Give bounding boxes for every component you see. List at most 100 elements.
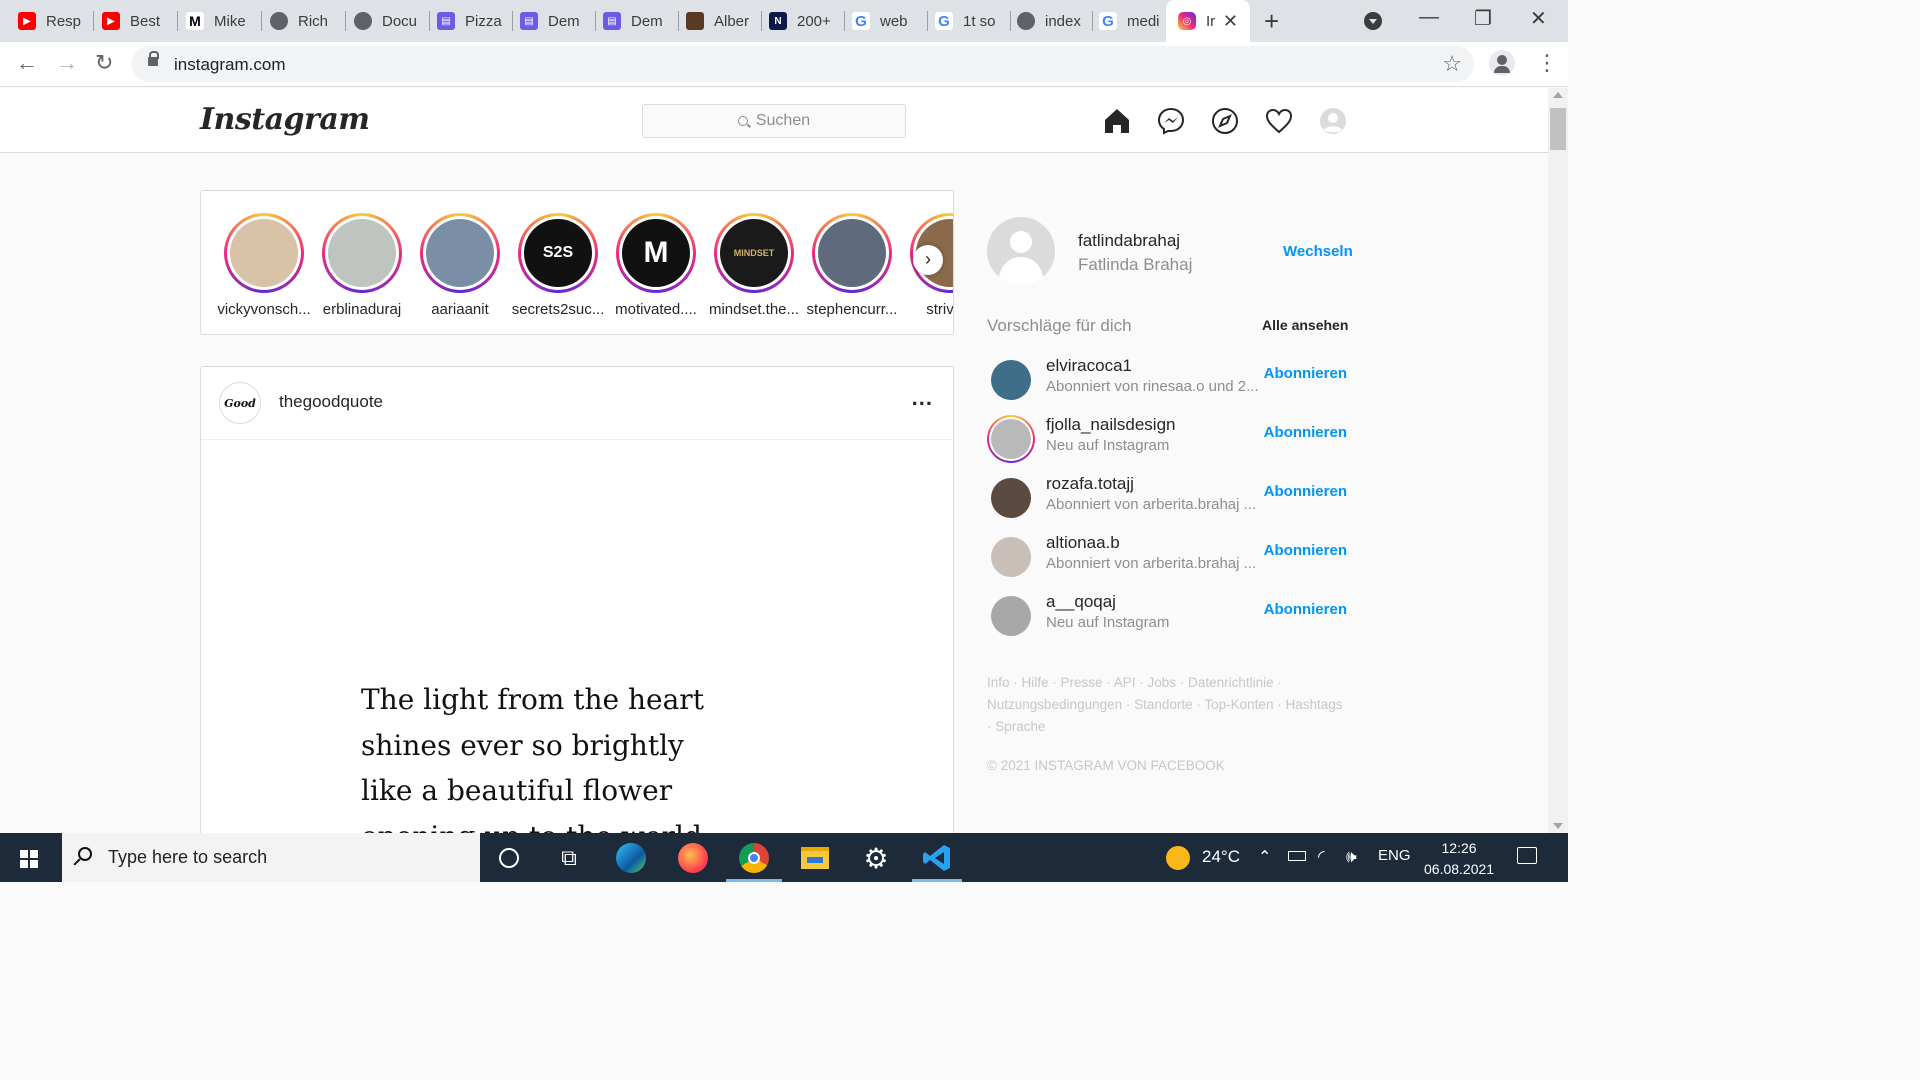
menu-kebab-icon[interactable]: ⋮ bbox=[1536, 50, 1558, 76]
suggestion-subtitle: Neu auf Instagram bbox=[1046, 614, 1170, 631]
follow-button[interactable]: Abonnieren bbox=[1264, 483, 1347, 500]
browser-tab[interactable]: M Mike bbox=[168, 0, 262, 42]
story-item[interactable]: stephencurr... bbox=[803, 213, 901, 318]
close-tab-icon[interactable]: ✕ bbox=[1223, 11, 1238, 32]
stories-tray: vickyvonsch... erblinaduraj aariaanit S2… bbox=[200, 190, 954, 335]
lock-icon[interactable] bbox=[148, 51, 159, 66]
post-image-quote[interactable]: The light from the heart shines ever so … bbox=[361, 677, 704, 835]
scroll-up-icon[interactable] bbox=[1553, 92, 1563, 98]
current-username[interactable]: fatlindabrahaj bbox=[1078, 231, 1180, 251]
google-icon: G bbox=[852, 12, 870, 30]
see-all-button[interactable]: Alle ansehen bbox=[1262, 317, 1348, 333]
heart-icon[interactable] bbox=[1264, 106, 1294, 136]
firefox-icon[interactable] bbox=[676, 841, 710, 875]
browser-tab[interactable]: G medi bbox=[1081, 0, 1167, 42]
follow-button[interactable]: Abonnieren bbox=[1264, 542, 1347, 559]
story-item[interactable]: MINDSET mindset.the... bbox=[705, 213, 803, 318]
minimize-button[interactable]: — bbox=[1419, 6, 1439, 29]
browser-tab[interactable]: ▶ Best bbox=[84, 0, 178, 42]
weather-sun-icon[interactable] bbox=[1166, 846, 1190, 870]
chrome-icon[interactable] bbox=[737, 841, 771, 875]
post-username[interactable]: thegoodquote bbox=[279, 392, 383, 412]
address-bar[interactable]: instagram.com ☆ bbox=[132, 46, 1474, 82]
browser-tab[interactable]: G web bbox=[834, 0, 928, 42]
story-item[interactable]: erblinaduraj bbox=[313, 213, 411, 318]
new-tab-button[interactable]: + bbox=[1264, 6, 1279, 37]
settings-gear-icon[interactable]: ⚙ bbox=[859, 841, 893, 875]
explore-icon[interactable] bbox=[1210, 106, 1240, 136]
current-user-avatar[interactable] bbox=[987, 217, 1055, 285]
tab-label: 200+ bbox=[797, 12, 831, 30]
suggestion-username[interactable]: altionaa.b bbox=[1046, 533, 1120, 553]
browser-tab[interactable]: Docu bbox=[336, 0, 430, 42]
messenger-icon[interactable] bbox=[1156, 106, 1186, 136]
page-scrollbar[interactable] bbox=[1548, 88, 1568, 833]
suggestion-avatar[interactable] bbox=[991, 596, 1031, 636]
volume-icon[interactable]: 🕪 bbox=[1346, 847, 1357, 867]
more-options-icon[interactable]: ... bbox=[912, 385, 933, 411]
search-icon bbox=[78, 847, 92, 861]
follow-button[interactable]: Abonnieren bbox=[1264, 424, 1347, 441]
switch-account-button[interactable]: Wechseln bbox=[1283, 243, 1353, 260]
weather-temperature[interactable]: 24°C bbox=[1202, 847, 1240, 867]
suggestion-avatar[interactable] bbox=[991, 360, 1031, 400]
suggestion-username[interactable]: a__qoqaj bbox=[1046, 592, 1116, 612]
wifi-icon[interactable]: ◜ bbox=[1318, 847, 1325, 867]
story-item[interactable]: vickyvonsch... bbox=[215, 213, 313, 318]
suggestion-username[interactable]: rozafa.totajj bbox=[1046, 474, 1134, 494]
input-language[interactable]: ENG bbox=[1378, 847, 1411, 864]
story-item[interactable]: aariaanit bbox=[411, 213, 509, 318]
follow-button[interactable]: Abonnieren bbox=[1264, 365, 1347, 382]
suggestion-avatar[interactable] bbox=[991, 537, 1031, 577]
profile-avatar-icon[interactable] bbox=[1318, 106, 1348, 136]
file-explorer-icon[interactable] bbox=[798, 841, 832, 875]
show-hidden-icons-chevron-icon[interactable]: ⌃ bbox=[1258, 847, 1271, 867]
browser-tab[interactable]: Alber bbox=[668, 0, 762, 42]
browser-tab[interactable]: Rich bbox=[252, 0, 346, 42]
copyright: © 2021 INSTAGRAM VON FACEBOOK bbox=[987, 758, 1225, 773]
browser-tab-active[interactable]: ◎ Ir ✕ bbox=[1166, 0, 1250, 42]
profile-icon[interactable] bbox=[1489, 50, 1515, 76]
battery-icon[interactable] bbox=[1288, 851, 1306, 861]
cortana-icon[interactable] bbox=[492, 841, 526, 875]
suggestion-item: a__qoqaj Neu auf Instagram Abonnieren bbox=[987, 592, 1347, 644]
instagram-logo[interactable]: Instagram bbox=[200, 102, 370, 137]
edge-icon[interactable] bbox=[614, 841, 648, 875]
follow-button[interactable]: Abonnieren bbox=[1264, 601, 1347, 618]
browser-tab[interactable]: N 200+ bbox=[751, 0, 845, 42]
browser-tab[interactable]: ▤ Dem bbox=[585, 0, 679, 42]
suggestion-username[interactable]: elviracoca1 bbox=[1046, 356, 1132, 376]
forward-icon[interactable]: → bbox=[56, 50, 78, 76]
browser-tab[interactable]: G 1t so bbox=[917, 0, 1011, 42]
scroll-down-icon[interactable] bbox=[1553, 823, 1563, 829]
task-view-icon[interactable]: ⧉ bbox=[552, 841, 586, 875]
story-item[interactable]: M motivated.... bbox=[607, 213, 705, 318]
suggestion-avatar[interactable] bbox=[987, 415, 1035, 463]
browser-tab[interactable]: index bbox=[999, 0, 1093, 42]
search-input[interactable]: Suchen bbox=[642, 104, 906, 138]
footer-links[interactable]: Info · Hilfe · Presse · API · Jobs · Dat… bbox=[987, 672, 1347, 738]
scrollbar-thumb[interactable] bbox=[1550, 108, 1566, 150]
close-window-button[interactable]: ✕ bbox=[1530, 6, 1547, 31]
reload-icon[interactable]: ↻ bbox=[95, 50, 113, 76]
notifications-icon[interactable] bbox=[1517, 847, 1537, 864]
home-icon[interactable] bbox=[1102, 106, 1132, 136]
taskbar-clock[interactable]: 12:26 06.08.2021 bbox=[1424, 838, 1494, 880]
vscode-icon[interactable] bbox=[920, 841, 954, 875]
taskbar-search-input[interactable]: Type here to search bbox=[62, 833, 480, 882]
restore-button[interactable]: ❐ bbox=[1474, 6, 1492, 31]
suggestion-username[interactable]: fjolla_nailsdesign bbox=[1046, 415, 1175, 435]
browser-tab[interactable]: ▶ Resp bbox=[0, 0, 94, 42]
post-avatar[interactable]: Good bbox=[219, 382, 261, 424]
browser-tab[interactable]: ▤ Dem bbox=[502, 0, 596, 42]
stories-next-chevron-icon[interactable]: › bbox=[913, 245, 943, 275]
windows-start-icon[interactable] bbox=[20, 850, 38, 868]
suggestion-avatar[interactable] bbox=[991, 478, 1031, 518]
browser-tab[interactable]: ▤ Pizza bbox=[419, 0, 513, 42]
story-item[interactable]: S2S secrets2suc... bbox=[509, 213, 607, 318]
url-text[interactable]: instagram.com bbox=[174, 55, 285, 75]
back-icon[interactable]: ← bbox=[16, 50, 38, 76]
current-full-name: Fatlinda Brahaj bbox=[1078, 255, 1193, 274]
bookmark-star-icon[interactable]: ☆ bbox=[1442, 51, 1462, 77]
tab-search-icon[interactable] bbox=[1364, 12, 1382, 30]
